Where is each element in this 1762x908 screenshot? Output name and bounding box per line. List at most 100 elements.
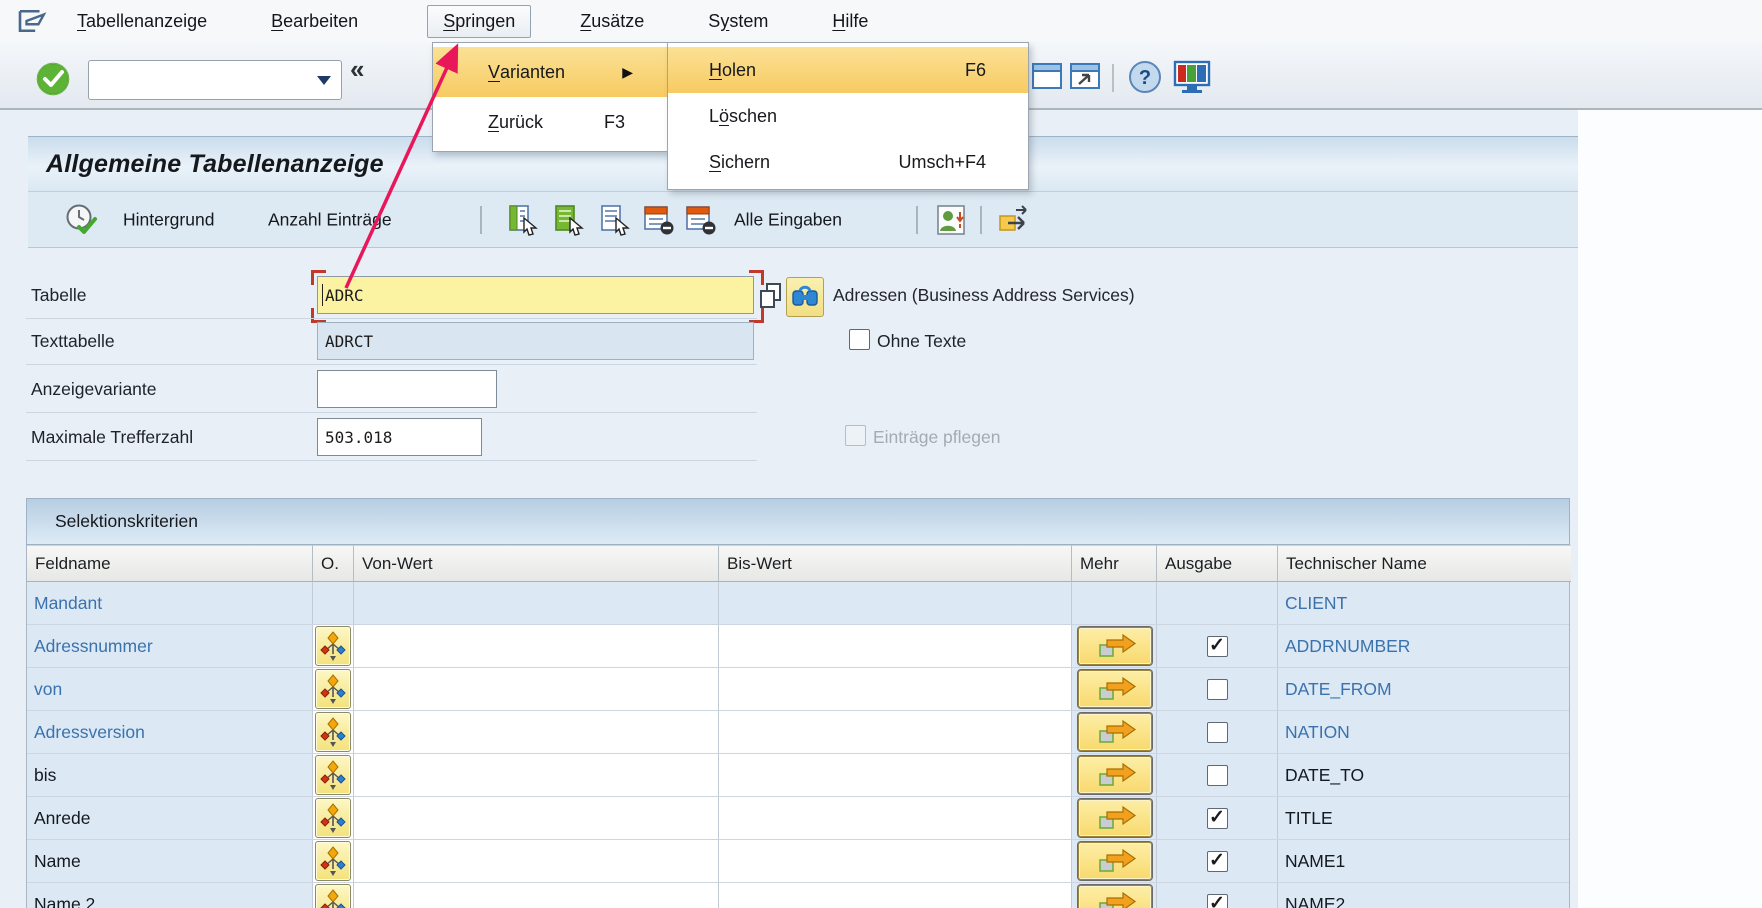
multiple-selection-arrow-icon	[1093, 633, 1137, 659]
output-checkbox[interactable]	[1207, 851, 1228, 872]
multiple-selection-button[interactable]	[1078, 885, 1152, 908]
anzahl-eintraege-button[interactable]: Anzahl Einträge	[268, 209, 392, 230]
multiple-selection-button[interactable]	[1078, 670, 1152, 708]
selection-options-button[interactable]	[315, 841, 351, 881]
output-checkbox[interactable]	[1207, 722, 1228, 743]
menu-item-zur-ck[interactable]: ZurückF3	[433, 97, 667, 147]
von-wert-field[interactable]	[354, 754, 719, 796]
row-fieldname: Adressversion	[27, 722, 145, 743]
apptoolbar-divider	[980, 206, 982, 234]
collapse-icon[interactable]: «	[350, 54, 364, 85]
output-checkbox[interactable]	[1207, 894, 1228, 908]
selection-options-button[interactable]	[315, 712, 351, 752]
menubar-item-tabellenanzeige[interactable]: Tabellenanzeige	[62, 6, 222, 37]
varianten-submenu: HolenF6LöschenSichernUmsch+F4	[667, 42, 1029, 190]
help-icon[interactable]: ?	[1128, 60, 1162, 94]
anzeigevariante-label: Anzeigevariante	[31, 379, 157, 400]
hintergrund-button[interactable]: Hintergrund	[123, 209, 214, 230]
row-technical-name: TITLE	[1278, 808, 1333, 829]
customize-layout-icon[interactable]	[1172, 60, 1212, 94]
von-wert-field	[354, 582, 719, 624]
deselect-icon[interactable]	[641, 204, 677, 236]
execute-clock-icon[interactable]	[64, 203, 98, 237]
toolbar-divider	[1112, 64, 1114, 92]
value-help-button[interactable]	[786, 277, 824, 317]
create-shortcut-icon[interactable]	[1068, 60, 1104, 92]
output-checkbox[interactable]	[1207, 636, 1228, 657]
column-header-mehr: Mehr	[1072, 545, 1157, 582]
selection-options-button[interactable]	[315, 626, 351, 666]
multiple-selection-button[interactable]	[1078, 842, 1152, 880]
multiple-selection-button[interactable]	[1078, 713, 1152, 751]
von-wert-field[interactable]	[354, 625, 719, 667]
texttabelle-field: ADRCT	[317, 322, 754, 360]
maximale-trefferzahl-value: 503.018	[325, 428, 392, 447]
tabelle-value: ADRC	[325, 286, 364, 305]
menubar-item-zus-tze[interactable]: Zusätze	[565, 6, 659, 37]
selection-options-icon	[320, 630, 346, 662]
bis-wert-field[interactable]	[719, 754, 1072, 796]
right-margin	[1578, 110, 1762, 908]
select-fields-icon[interactable]	[598, 204, 632, 236]
von-wert-field[interactable]	[354, 668, 719, 710]
bis-wert-field[interactable]	[719, 840, 1072, 882]
menubar-item-springen[interactable]: Springen	[427, 5, 531, 38]
menubar-item-hilfe[interactable]: Hilfe	[817, 6, 883, 37]
anzeigevariante-field[interactable]	[317, 370, 497, 408]
multiple-selection-button[interactable]	[1078, 799, 1152, 837]
bis-wert-field[interactable]	[719, 668, 1072, 710]
exit-icon[interactable]	[996, 204, 1032, 236]
copy-icon[interactable]	[758, 282, 784, 310]
system-menu-icon[interactable]	[16, 8, 50, 34]
new-session-icon[interactable]	[1030, 60, 1066, 92]
selection-options-icon	[320, 673, 346, 705]
submenu-item-l-schen[interactable]: Löschen	[668, 93, 1028, 139]
column-header-bis-wert: Bis-Wert	[719, 545, 1072, 582]
selection-options-button[interactable]	[315, 884, 351, 908]
von-wert-field[interactable]	[354, 883, 719, 908]
apptoolbar-divider	[916, 206, 918, 234]
von-wert-field[interactable]	[354, 711, 719, 753]
menu-item-varianten[interactable]: Varianten▶	[433, 47, 667, 97]
combo-dropdown-icon[interactable]	[317, 76, 331, 85]
selection-options-button[interactable]	[315, 798, 351, 838]
apptoolbar-divider	[480, 206, 482, 234]
multiple-selection-button[interactable]	[1078, 627, 1152, 665]
von-wert-field[interactable]	[354, 840, 719, 882]
menubar-item-bearbeiten[interactable]: Bearbeiten	[256, 6, 373, 37]
alle-eingaben-button[interactable]: Alle Eingaben	[734, 209, 842, 230]
submenu-item-holen[interactable]: HolenF6	[668, 47, 1028, 93]
choose-fields-icon[interactable]	[506, 204, 540, 236]
bis-wert-field[interactable]	[719, 797, 1072, 839]
selection-options-button[interactable]	[315, 755, 351, 795]
row-fieldname: bis	[27, 765, 56, 786]
deselect-all-icon[interactable]	[683, 204, 719, 236]
menubar-item-system[interactable]: System	[693, 6, 783, 37]
output-checkbox[interactable]	[1207, 679, 1228, 700]
user-entries-icon[interactable]	[934, 203, 968, 237]
ohne-texte-label: Ohne Texte	[877, 331, 966, 352]
submenu-item-sichern[interactable]: SichernUmsch+F4	[668, 139, 1028, 185]
tabelle-field[interactable]: ADRC	[317, 276, 754, 314]
row-fieldname: Name	[27, 851, 81, 872]
ohne-texte-checkbox[interactable]	[849, 329, 870, 350]
choose-all-icon[interactable]	[552, 204, 586, 236]
multiple-selection-arrow-icon	[1093, 805, 1137, 831]
menu-bar: Tabellenanzeige Bearbeiten Springen Zusätze…	[0, 0, 1762, 42]
page-title: Allgemeine Tabellenanzeige	[46, 150, 384, 179]
selection-options-button[interactable]	[315, 669, 351, 709]
output-checkbox[interactable]	[1207, 808, 1228, 829]
maximale-trefferzahl-field[interactable]: 503.018	[317, 418, 482, 456]
output-checkbox[interactable]	[1207, 765, 1228, 786]
focus-bracket	[311, 270, 326, 285]
maximale-trefferzahl-label: Maximale Trefferzahl	[31, 427, 193, 448]
bis-wert-field[interactable]	[719, 711, 1072, 753]
command-field[interactable]	[88, 60, 342, 100]
bis-wert-field[interactable]	[719, 883, 1072, 908]
multiple-selection-button[interactable]	[1078, 756, 1152, 794]
text-cursor	[322, 284, 323, 306]
row-divider	[26, 364, 757, 365]
bis-wert-field[interactable]	[719, 625, 1072, 667]
enter-button[interactable]	[36, 62, 70, 96]
von-wert-field[interactable]	[354, 797, 719, 839]
